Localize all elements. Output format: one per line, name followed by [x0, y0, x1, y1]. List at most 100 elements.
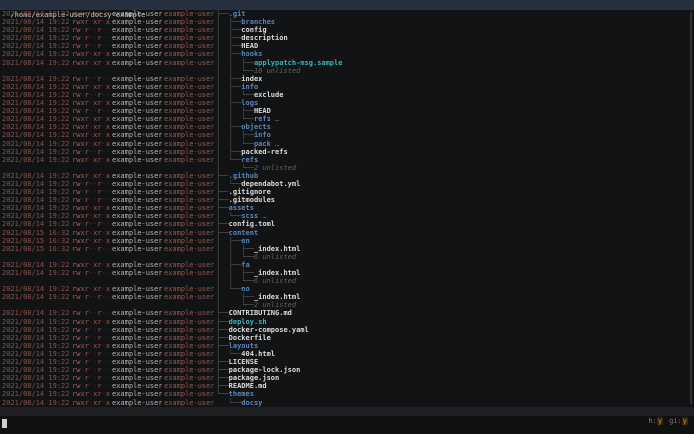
- tree-row[interactable]: 2021/08/14 19:22 rw-r--r-- example-user exa…: [0, 326, 694, 334]
- owner-group: example-user: [164, 390, 214, 399]
- tree-row[interactable]: 2021/08/14 19:22 rwxr-xr-x example-user exa…: [0, 342, 694, 350]
- tree-branch-lines: ├──: [216, 220, 229, 229]
- tree-row[interactable]: 2021/08/14 19:22 rwxr-xr-x example-user exa…: [0, 156, 694, 164]
- modified-date: 2021/08/14 19:22: [2, 42, 70, 51]
- tree-row[interactable]: 2021/08/14 19:22 rwxr-xr-x example-user exa…: [0, 83, 694, 91]
- tree-row[interactable]: 2021/08/14 19:22 rw-r--r-- example-user exa…: [0, 358, 694, 366]
- tree-row[interactable]: 2021/08/14 19:22 rw-r--r-- example-user exa…: [0, 382, 694, 390]
- tree-row[interactable]: 2021/08/14 19:22 rwxr-xr-x example-user exa…: [0, 172, 694, 180]
- tree-row[interactable]: 2021/08/14 19:22 rw-r--r-- example-user exa…: [0, 91, 694, 99]
- tree-row[interactable]: 2021/08/14 19:22 rwxr-xr-x example-user exa…: [0, 390, 694, 398]
- broot-terminal: { "window": { "path": "/home/example-use…: [0, 0, 694, 434]
- tree-row[interactable]: 2021/08/14 19:22 rw-r--r-- example-user exa…: [0, 374, 694, 382]
- owner-group: example-user: [164, 42, 214, 51]
- tree-row[interactable]: 2021/08/14 19:22 rw-r--r-- example-user exa…: [0, 180, 694, 188]
- tree-row[interactable]: 2021/08/14 19:22 rw-r--r-- example-user exa…: [0, 309, 694, 317]
- tree-row-unlisted[interactable]: │ │ └──6 unlisted: [0, 277, 694, 285]
- modified-date: 2021/08/14 19:22: [2, 317, 70, 326]
- permissions: rw-r--r--: [72, 358, 110, 367]
- tree-row-unlisted[interactable]: │ │ └──6 unlisted: [0, 253, 694, 261]
- owner-user: example-user: [112, 341, 162, 350]
- tree-row[interactable]: 2021/08/14 19:22 rwxr-xr-x example-user exa…: [0, 59, 694, 67]
- permissions: rw-r--r--: [72, 26, 110, 35]
- tree-row-unlisted[interactable]: │ └──2 unlisted: [0, 164, 694, 172]
- tree-row[interactable]: 2021/08/14 19:22 rw-r--r-- example-user exa…: [0, 34, 694, 42]
- modified-date: 2021/08/14 19:22: [2, 390, 70, 399]
- tree-cell: ├──deploy.sh: [216, 318, 267, 326]
- tree-row[interactable]: 2021/08/14 19:22 rwxr-xr-x example-user exa…: [0, 204, 694, 212]
- tree-row[interactable]: 2021/08/14 19:22 rw-r--r-- example-user exa…: [0, 269, 694, 277]
- file-name: dependabot.yml: [241, 179, 301, 188]
- owner-user: example-user: [112, 236, 162, 245]
- tree-row[interactable]: 2021/08/14 19:22 rwxr-xr-x example-user exa…: [0, 318, 694, 326]
- tree-cell: │ │ ├──_index.html: [216, 245, 300, 253]
- tree-row[interactable]: 2021/08/14 19:22 rw-r--r-- example-user exa…: [0, 188, 694, 196]
- tree-row[interactable]: 2021/08/14 19:22 rw-r--r-- example-user exa…: [0, 26, 694, 34]
- file-name: package-lock.json: [228, 366, 301, 375]
- tree-row[interactable]: 2021/08/14 19:22 rw-r--r-- example-user exa…: [0, 75, 694, 83]
- tree-row[interactable]: 2021/08/14 19:22 rwxr-xr-x example-user exa…: [0, 18, 694, 26]
- tree-cell: └──themes: [216, 390, 254, 398]
- tree-branch-lines: │ │ ├──: [216, 107, 254, 116]
- modified-date: 2021/08/14 19:22: [2, 123, 70, 132]
- modified-date: 2021/08/14 19:22: [2, 171, 70, 180]
- tree-cell: │ ├──packed-refs: [216, 148, 288, 156]
- tree-row-unlisted[interactable]: │ │ └──10 unlisted: [0, 67, 694, 75]
- tree-row[interactable]: 2021/08/15 16:32 rwxr-xr-x example-user exa…: [0, 229, 694, 237]
- tree-row[interactable]: 2021/08/14 19:22 rw-r--r-- example-user exa…: [0, 196, 694, 204]
- modified-date: 2021/08/14 19:22: [2, 34, 70, 43]
- tree-row[interactable]: 2021/08/14 19:22 rwxr-xr-x example-user exa…: [0, 115, 694, 123]
- tree-branch-lines: │ │ └──: [216, 252, 254, 261]
- tree-row[interactable]: 2021/08/14 19:22 rwxr-xr-x example-user exa…: [0, 285, 694, 293]
- unlisted-note: 10 unlisted: [253, 66, 301, 75]
- owner-user: example-user: [112, 358, 162, 367]
- file-name: .gitmodules: [228, 196, 276, 205]
- tree-row[interactable]: 2021/08/14 19:22 rwxr-xr-x example-user exa…: [0, 131, 694, 139]
- tree-row[interactable]: 2021/08/14 19:22 rwxr-xr-x example-user exa…: [0, 99, 694, 107]
- tree-row[interactable]: 2021/08/14 19:22 rw-r--r-- example-user exa…: [0, 366, 694, 374]
- file-name: 404.html: [241, 349, 276, 358]
- tree-branch-lines: │ └──: [216, 155, 242, 164]
- owner-user: example-user: [112, 309, 162, 318]
- tree-row[interactable]: 2021/08/14 19:22 rwxr-xr-x example-user exa…: [0, 123, 694, 131]
- dir-name: hooks: [241, 50, 263, 59]
- modified-date: 2021/08/14 19:22: [2, 398, 70, 407]
- tree-cell: │ └──2 unlisted: [216, 164, 296, 172]
- modified-date: 2021/08/14 19:22: [2, 196, 70, 205]
- permissions: rw-r--r--: [72, 374, 110, 383]
- root-path-bar[interactable]: /home/example-user/docsy-example: [0, 0, 694, 19]
- unlisted-note: 6 unlisted: [253, 277, 297, 286]
- owner-user: example-user: [112, 155, 162, 164]
- tree-row[interactable]: 2021/08/14 19:22 rw-r--r-- example-user exa…: [0, 107, 694, 115]
- search-input[interactable]: h:y gi:y: [0, 416, 694, 434]
- tree-row[interactable]: 2021/08/14 19:22 rwxr-xr-x example-user exa…: [0, 399, 694, 407]
- tree-branch-lines: └──: [216, 390, 229, 399]
- owner-group: example-user: [164, 196, 214, 205]
- owner-group: example-user: [164, 10, 214, 18]
- owner-group: example-user: [164, 155, 214, 164]
- modified-date: 2021/08/14 19:22: [2, 260, 70, 269]
- scrollbar[interactable]: [690, 12, 692, 404]
- flag-hidden[interactable]: h:y: [648, 417, 664, 425]
- tree-cell: │ │ └──pack …: [216, 140, 279, 148]
- tree-row[interactable]: 2021/08/14 19:22 rwxr-xr-x example-user exa…: [0, 261, 694, 269]
- tree-row[interactable]: 2021/08/14 19:22 rwxr-xr-x example-user exa…: [0, 212, 694, 220]
- owner-user: example-user: [112, 204, 162, 213]
- tree-row[interactable]: 2021/08/15 16:32 rw-r--r-- example-user exa…: [0, 245, 694, 253]
- permissions: rw-r--r--: [72, 244, 110, 253]
- tree-row[interactable]: 2021/08/14 19:22 rwxr-xr-x example-user exa…: [0, 10, 694, 18]
- file-name: _index.html: [253, 269, 301, 277]
- tree-row[interactable]: 2021/08/14 19:22 rw-r--r-- example-user exa…: [0, 220, 694, 228]
- tree-row[interactable]: 2021/08/14 19:22 rw-r--r-- example-user exa…: [0, 42, 694, 50]
- tree-row[interactable]: 2021/08/15 16:32 rwxr-xr-x example-user exa…: [0, 237, 694, 245]
- tree-row-unlisted[interactable]: │ └──2 unlisted: [0, 301, 694, 309]
- tree-row[interactable]: 2021/08/14 19:22 rw-r--r-- example-user exa…: [0, 334, 694, 342]
- tree-row[interactable]: 2021/08/14 19:22 rw-r--r-- example-user exa…: [0, 350, 694, 358]
- owner-group: example-user: [164, 82, 214, 91]
- tree-row[interactable]: 2021/08/14 19:22 rw-r--r-- example-user exa…: [0, 148, 694, 156]
- permissions: rw-r--r--: [72, 107, 110, 116]
- flag-gitignore[interactable]: gi:y: [669, 417, 688, 425]
- tree-row[interactable]: 2021/08/14 19:22 rw-r--r-- example-user exa…: [0, 293, 694, 301]
- tree-row[interactable]: 2021/08/14 19:22 rwxr-xr-x example-user exa…: [0, 140, 694, 148]
- tree-row[interactable]: 2021/08/14 19:22 rwxr-xr-x example-user exa…: [0, 50, 694, 58]
